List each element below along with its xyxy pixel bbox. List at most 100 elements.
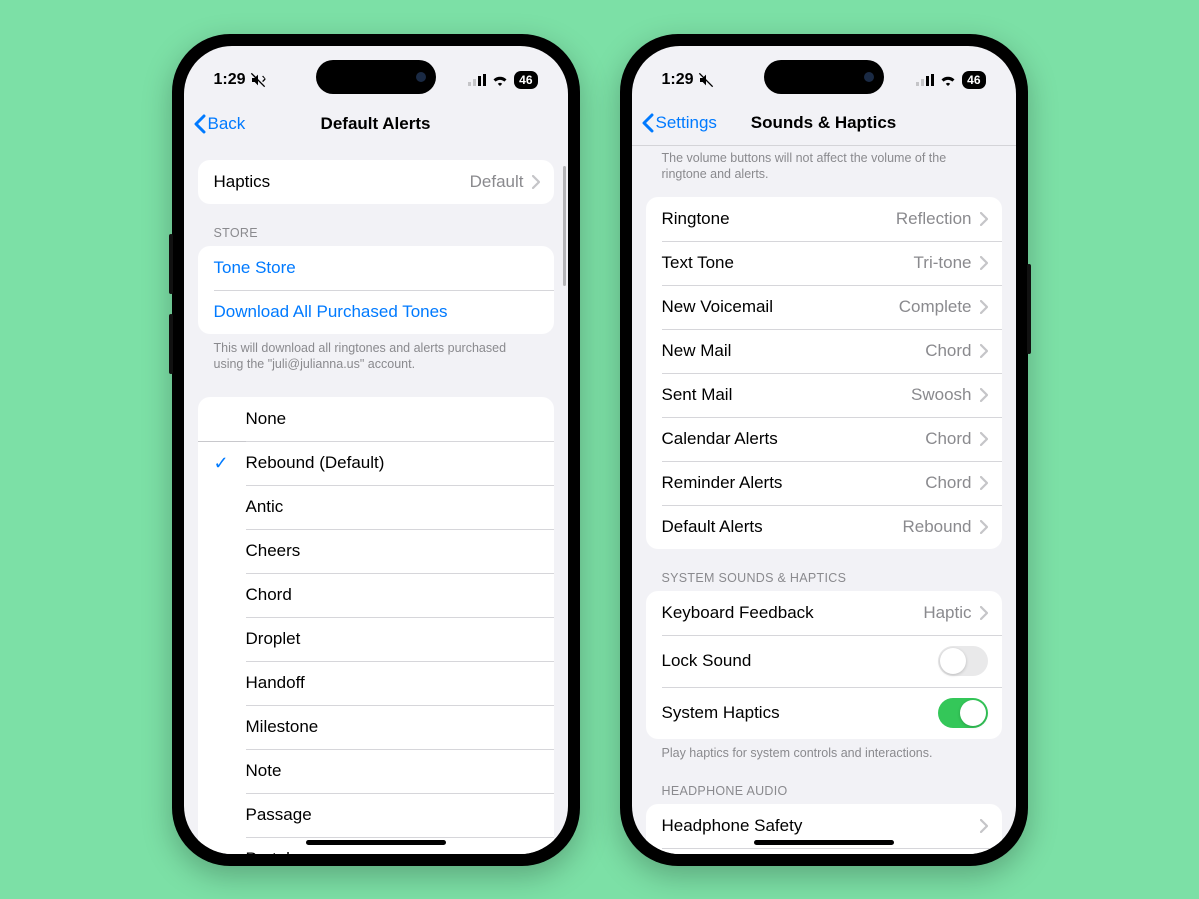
sound-label: New Mail (662, 341, 926, 361)
sound-row[interactable]: Text ToneTri-tone (646, 241, 1002, 285)
sound-row[interactable]: Default AlertsRebound (646, 505, 1002, 549)
chevron-right-icon (980, 256, 988, 270)
system-footer: Play haptics for system controls and int… (646, 739, 1002, 762)
tone-row[interactable]: Handoff (198, 661, 554, 705)
tone-label: Chord (246, 585, 292, 605)
system-group: Keyboard Feedback Haptic Lock Sound Syst… (646, 591, 1002, 739)
sound-value: Rebound (902, 517, 971, 537)
sound-row[interactable]: New MailChord (646, 329, 1002, 373)
checkmark-icon: ✓ (214, 453, 246, 474)
keyboard-feedback-row[interactable]: Keyboard Feedback Haptic (646, 591, 1002, 635)
nav-bar: Back Default Alerts (184, 102, 568, 146)
sound-label: New Voicemail (662, 297, 899, 317)
battery-badge: 46 (514, 71, 537, 89)
screen-right: 1:29 46 Settings Sounds & Haptics The vo… (632, 46, 1016, 854)
sound-label: Default Alerts (662, 517, 903, 537)
sound-label: Sent Mail (662, 385, 912, 405)
lock-sound-toggle[interactable] (938, 646, 988, 676)
chevron-right-icon (980, 432, 988, 446)
chevron-right-icon (980, 819, 988, 833)
home-indicator[interactable] (754, 840, 894, 845)
tone-row[interactable]: Droplet (198, 617, 554, 661)
sound-row[interactable]: Sent MailSwoosh (646, 373, 1002, 417)
haptics-row[interactable]: Haptics Default (198, 160, 554, 204)
sound-value: Chord (925, 429, 971, 449)
wifi-icon (491, 73, 509, 86)
system-haptics-toggle[interactable] (938, 698, 988, 728)
download-footer: This will download all ringtones and ale… (198, 334, 554, 374)
back-button[interactable]: Back (194, 102, 246, 146)
tone-label: Note (246, 761, 282, 781)
spatial-audio-row[interactable]: Personalized Spatial Audio On (646, 848, 1002, 853)
tone-label: Handoff (246, 673, 305, 693)
tone-list: None ✓Rebound (Default) Antic Cheers Chord Dr… (198, 397, 554, 853)
dynamic-island (316, 60, 436, 94)
phone-frame-right: 1:29 46 Settings Sounds & Haptics The vo… (620, 34, 1028, 866)
sound-value: Chord (925, 341, 971, 361)
sound-label: Text Tone (662, 253, 914, 273)
scroll-indicator (563, 166, 566, 286)
chevron-right-icon (980, 212, 988, 226)
sound-row[interactable]: Calendar AlertsChord (646, 417, 1002, 461)
chevron-right-icon (980, 388, 988, 402)
back-label: Back (208, 114, 246, 134)
sound-label: Reminder Alerts (662, 473, 926, 493)
tone-row[interactable]: None (198, 397, 554, 441)
tone-store-row[interactable]: Tone Store (198, 246, 554, 290)
battery-badge: 46 (962, 71, 985, 89)
tone-row[interactable]: Milestone (198, 705, 554, 749)
home-indicator[interactable] (306, 840, 446, 845)
page-title: Default Alerts (321, 114, 431, 134)
chevron-left-icon (194, 114, 206, 134)
tone-row[interactable]: Cheers (198, 529, 554, 573)
cellular-icon (916, 74, 934, 86)
back-label: Settings (656, 113, 717, 133)
cellular-icon (468, 74, 486, 86)
tone-row[interactable]: Chord (198, 573, 554, 617)
content-left[interactable]: Haptics Default STORE Tone Store Downloa… (184, 146, 568, 854)
tone-row[interactable]: Note (198, 749, 554, 793)
tone-row[interactable]: ✓Rebound (Default) (198, 441, 554, 485)
page-title: Sounds & Haptics (751, 113, 896, 133)
screen-left: 1:29 46 Back Default Alerts Haptics Defa… (184, 46, 568, 854)
system-header: SYSTEM SOUNDS & HAPTICS (646, 549, 1002, 591)
phone-frame-left: 1:29 46 Back Default Alerts Haptics Defa… (172, 34, 580, 866)
wifi-icon (939, 73, 957, 86)
sound-value: Tri-tone (914, 253, 972, 273)
tone-label: None (246, 409, 287, 429)
tone-label: Droplet (246, 629, 301, 649)
sound-row[interactable]: New VoicemailComplete (646, 285, 1002, 329)
sound-row[interactable]: RingtoneReflection (646, 197, 1002, 241)
tone-store-label: Tone Store (214, 258, 540, 278)
store-header: STORE (198, 204, 554, 246)
download-all-label: Download All Purchased Tones (214, 302, 540, 322)
content-right[interactable]: The volume buttons will not affect the v… (632, 146, 1016, 854)
back-button[interactable]: Settings (642, 102, 717, 145)
silent-icon (698, 72, 714, 88)
nav-bar: Settings Sounds & Haptics (632, 102, 1016, 146)
chevron-right-icon (980, 606, 988, 620)
dynamic-island (764, 60, 884, 94)
tone-label: Antic (246, 497, 284, 517)
headphone-group: Headphone Safety Personalized Spatial Au… (646, 804, 1002, 853)
keyboard-feedback-value: Haptic (923, 603, 971, 623)
status-time: 1:29 (662, 71, 694, 89)
sounds-group: RingtoneReflectionText ToneTri-toneNew V… (646, 197, 1002, 549)
status-time: 1:29 (214, 71, 246, 89)
lock-sound-label: Lock Sound (662, 651, 938, 671)
sound-row[interactable]: Reminder AlertsChord (646, 461, 1002, 505)
keyboard-feedback-label: Keyboard Feedback (662, 603, 924, 623)
system-haptics-label: System Haptics (662, 703, 938, 723)
tone-label: Cheers (246, 541, 301, 561)
silent-icon (250, 72, 266, 88)
tone-label: Passage (246, 805, 312, 825)
tone-row[interactable]: Passage (198, 793, 554, 837)
headphone-header: HEADPHONE AUDIO (646, 762, 1002, 804)
haptics-label: Haptics (214, 172, 470, 192)
chevron-right-icon (980, 344, 988, 358)
tone-row[interactable]: Antic (198, 485, 554, 529)
tone-label: Portal (246, 849, 290, 853)
sound-value: Chord (925, 473, 971, 493)
download-all-row[interactable]: Download All Purchased Tones (198, 290, 554, 334)
lock-sound-row: Lock Sound (646, 635, 1002, 687)
